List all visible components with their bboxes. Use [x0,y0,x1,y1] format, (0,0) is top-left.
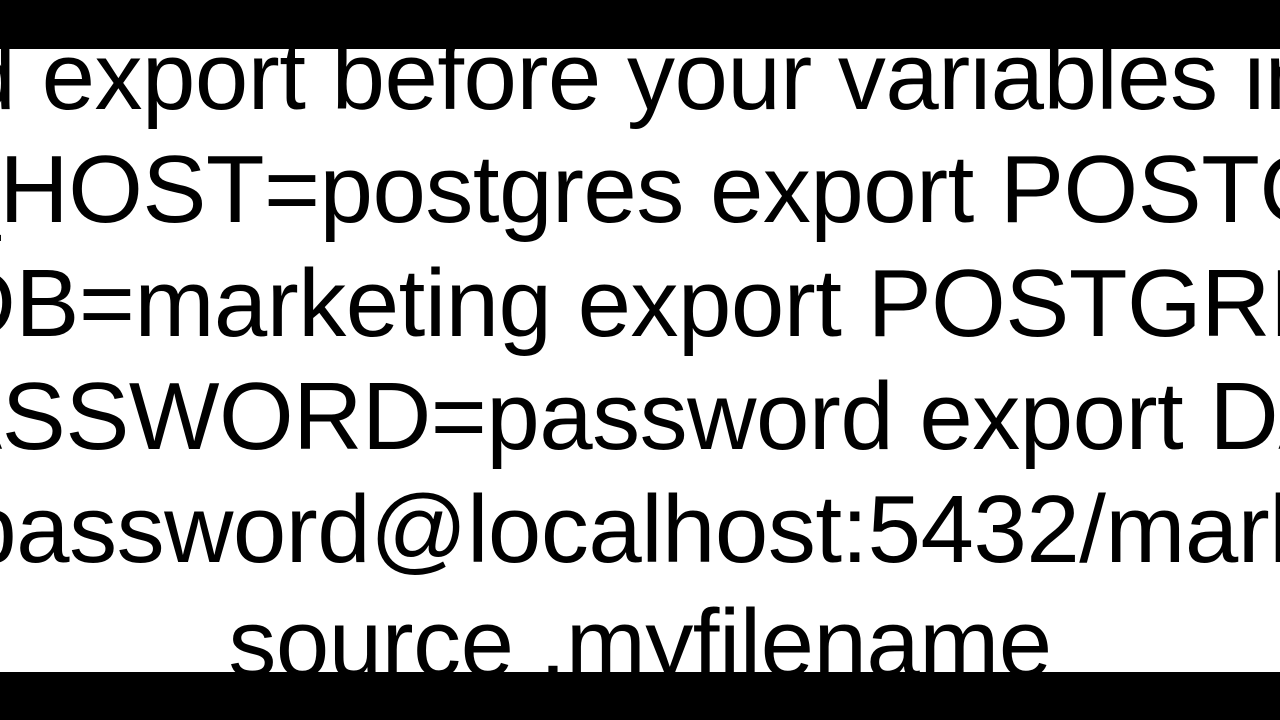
text-line-5: password@localhost:5432/mark [0,473,1280,586]
text-line-3: DB=marketing export POSTGRE [0,247,1280,360]
text-line-4: ASSWORD=password export DA [0,360,1280,473]
text-line-2: _HOST=postgres export POSTG [0,133,1280,246]
text-content-box: d export before your variables in _HOST=… [0,49,1280,672]
text-line-6: source .myfilename [228,587,1051,672]
text-line-1: d export before your variables in [0,49,1280,134]
